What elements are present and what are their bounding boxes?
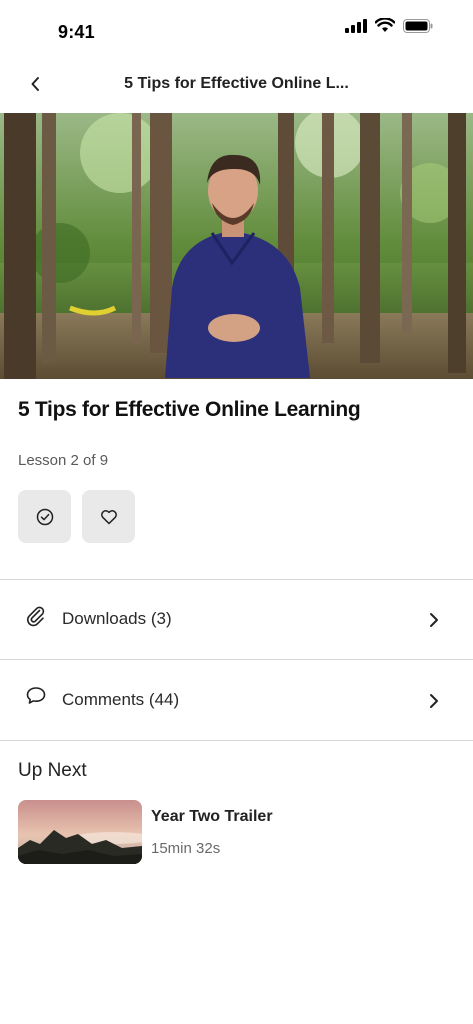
mark-complete-button[interactable]: [18, 490, 71, 543]
check-circle-icon: [36, 508, 53, 525]
battery-icon: [403, 18, 433, 33]
lesson-progress: Lesson 2 of 9: [18, 452, 109, 469]
up-next-title: Year Two Trailer: [151, 808, 273, 825]
signal-icon: [345, 18, 367, 33]
lesson-title: 5 Tips for Effective Online Learning: [18, 398, 361, 421]
divider: [0, 740, 473, 741]
comments-row[interactable]: Comments (44): [0, 660, 473, 740]
status-icons: [345, 18, 433, 33]
nav-title: 5 Tips for Effective Online L...: [124, 75, 349, 92]
status-time: 9:41: [58, 22, 95, 42]
paperclip-icon: [26, 606, 45, 627]
video-player[interactable]: [0, 113, 473, 379]
up-next-heading: Up Next: [18, 760, 87, 781]
chevron-right-icon: [430, 613, 438, 627]
status-bar: 9:41: [0, 0, 473, 60]
chevron-right-icon: [430, 694, 438, 708]
favorite-button[interactable]: [82, 490, 135, 543]
wifi-icon: [375, 18, 395, 32]
up-next-item[interactable]: Year Two Trailer 15min 32s: [18, 800, 455, 864]
heart-icon: [100, 509, 117, 524]
up-next-thumbnail: [18, 800, 142, 864]
nav-bar: 5 Tips for Effective Online L...: [0, 60, 473, 112]
lesson-actions: [18, 490, 135, 543]
downloads-label: Downloads (3): [62, 609, 172, 628]
up-next-duration: 15min 32s: [151, 840, 221, 857]
comments-label: Comments (44): [62, 690, 180, 709]
video-thumbnail: [0, 113, 473, 379]
chat-bubble-icon: [26, 687, 46, 704]
downloads-row[interactable]: Downloads (3): [0, 580, 473, 660]
